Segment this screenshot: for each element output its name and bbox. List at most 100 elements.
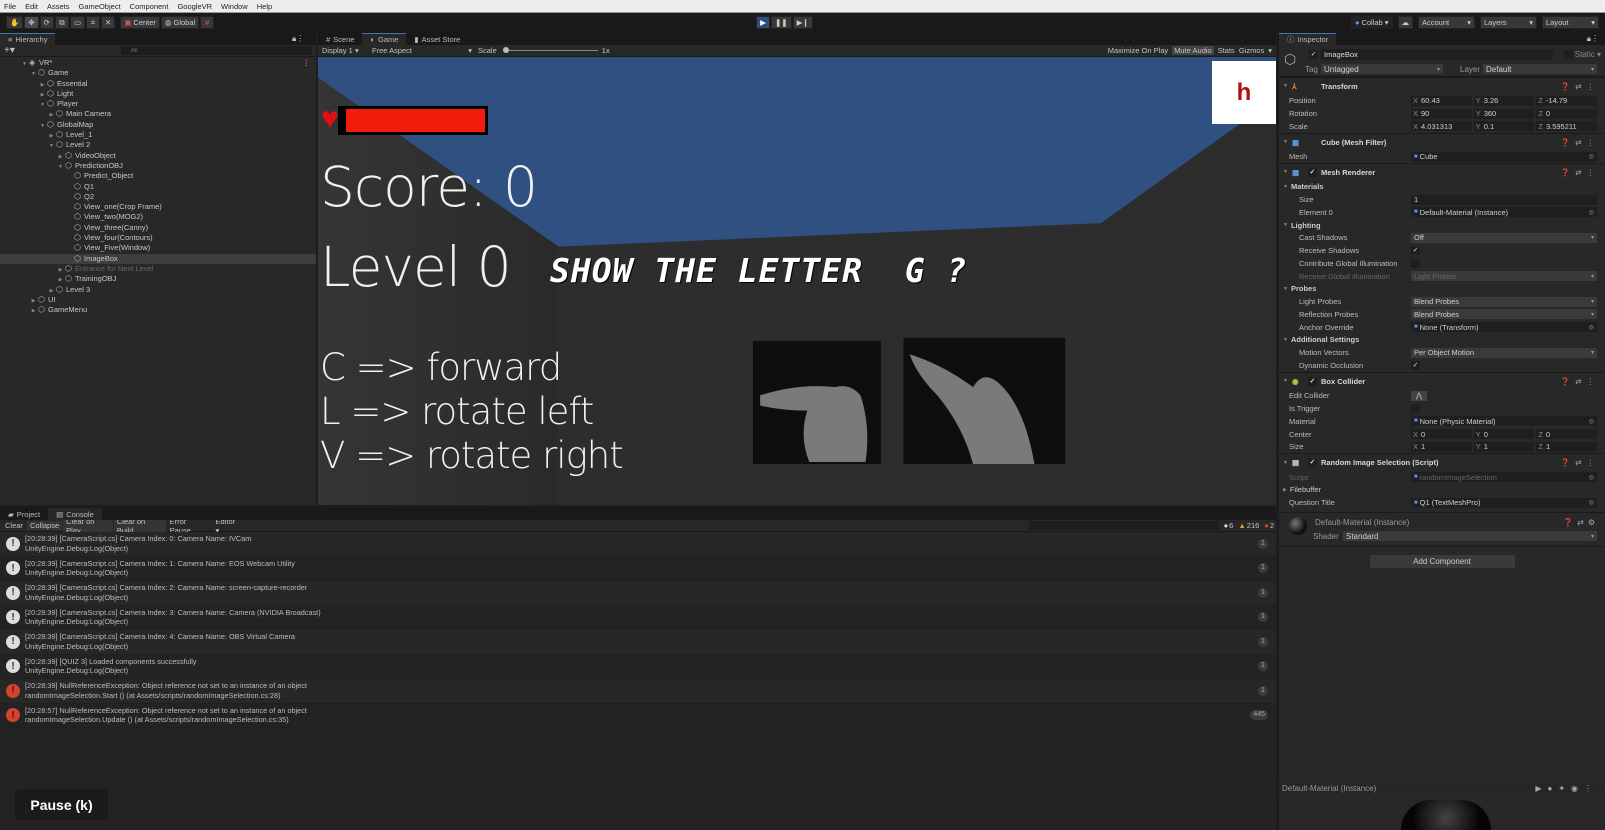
info-count-toggle[interactable]: ● 6 [1224, 521, 1234, 530]
property-dropdown[interactable]: Blend Probes ▾ [1411, 296, 1597, 307]
y-field[interactable]: Y 360 [1473, 108, 1535, 119]
hierarchy-item[interactable]: ⬡ ImageBox [0, 253, 316, 264]
hierarchy-item[interactable]: ▶ ⬡ Essential [0, 79, 316, 89]
property-dropdown[interactable]: Per Object Motion ▾ [1411, 347, 1597, 358]
object-name-input[interactable] [1321, 49, 1553, 60]
object-picker-icon[interactable]: ◎ [1589, 499, 1594, 506]
object-picker-icon[interactable]: ◎ [1589, 324, 1594, 331]
step-button[interactable]: ▶❙ [792, 16, 813, 29]
object-field[interactable]: ■ Default-Material (Instance) ◎ [1411, 207, 1597, 218]
component-header-box-collider[interactable]: ▼ ◉ ✓ Box Collider ❓⇄⋮ [1279, 371, 1605, 390]
rect-tool-icon[interactable]: ▭ [69, 16, 86, 29]
hierarchy-search-input[interactable] [120, 46, 312, 55]
rotate-tool-icon[interactable]: ⟳ [39, 16, 54, 29]
chevron-down-icon[interactable]: ▾ [1591, 273, 1594, 280]
hierarchy-item[interactable]: ▶ ⬡ Light [0, 89, 316, 99]
more-icon[interactable]: ⋮ [303, 58, 311, 68]
component-tools-icon[interactable]: ❓⇄⋮ [1561, 168, 1599, 177]
x-field[interactable]: X 4.031313 [1411, 121, 1472, 132]
hierarchy-item[interactable]: ⬡ Q1 [0, 182, 316, 192]
tab-scene[interactable]: # Scene [318, 33, 362, 45]
console-log-entry[interactable]: ! [20:28:39] [CameraScript.cs] Camera Ind… [0, 630, 1276, 655]
console-log-entry[interactable]: ! [20:28:39] NullReferenceException: Obje… [0, 679, 1276, 704]
hierarchy-item[interactable]: ▼ ◈ VR* ⋮ [0, 58, 316, 68]
snap-button[interactable]: # [200, 16, 215, 29]
collapsed-arrow-icon[interactable]: ▶ [29, 306, 38, 316]
y-field[interactable]: Y 3.26 [1473, 95, 1535, 106]
y-field[interactable]: Y0 [1473, 429, 1535, 440]
property-checkbox[interactable] [1411, 404, 1420, 414]
text-field[interactable]: 1 [1411, 194, 1597, 205]
x-field[interactable]: X 60.43 [1411, 95, 1472, 106]
transform-tool-icon[interactable]: ⌗ [86, 16, 101, 29]
tab-game[interactable]: ◐ Game [362, 33, 407, 45]
hierarchy-item[interactable]: ▼ ⬡ Level 2 [0, 140, 316, 150]
menu-googlevr[interactable]: GoogleVR [177, 2, 212, 11]
mute-audio-toggle[interactable]: Mute Audio [1172, 46, 1214, 55]
hierarchy-item[interactable]: ⬡ View_three(Canny) [0, 223, 316, 233]
foldout-materials[interactable]: ▼ Materials [1279, 181, 1605, 194]
x-field[interactable]: X 90 [1411, 108, 1472, 119]
z-field[interactable]: Z 3.595211 [1536, 121, 1598, 132]
gizmos-toggle[interactable]: Gizmos [1239, 46, 1264, 55]
chevron-down-icon[interactable]: ▾ [1591, 311, 1594, 318]
foldout-lighting[interactable]: ▼ Lighting [1279, 219, 1605, 232]
console-log-entry[interactable]: ! [20:28:39] [CameraScript.cs] Camera Ind… [0, 581, 1276, 606]
component-enabled-checkbox[interactable]: ✓ [1307, 458, 1317, 468]
hierarchy-item[interactable]: ⬡ View_four(Contours) [0, 233, 316, 243]
pause-button[interactable]: ❚❚ [771, 16, 792, 29]
scale-tool-icon[interactable]: ⧉ [54, 16, 69, 29]
foldout-arrow-icon[interactable]: ▼ [1283, 460, 1288, 466]
hierarchy-item[interactable]: ▶ ⬡ Level_1 [0, 130, 316, 140]
pivot-center-button[interactable]: ▣ Center [120, 16, 160, 29]
hierarchy-item[interactable]: ▶ ⬡ Entrance for Next Level [0, 264, 316, 274]
component-tools-icon[interactable]: ❓⇄⋮ [1561, 138, 1599, 147]
layers-dropdown[interactable]: Layers ▾ [1480, 16, 1537, 29]
hierarchy-item[interactable]: ⬡ Predict_Object [0, 171, 316, 181]
x-field[interactable]: X0 [1411, 429, 1472, 440]
preview-controls-icon[interactable]: ▶●✦◉⋮ [1535, 784, 1598, 793]
object-field[interactable]: ■ Cube ◎ [1411, 151, 1597, 162]
hierarchy-item[interactable]: ▶ ⬡ VideoObject [0, 151, 316, 161]
tag-dropdown[interactable]: Untagged ▾ [1321, 64, 1443, 74]
menu-assets[interactable]: Assets [47, 2, 70, 11]
object-field[interactable]: ■ Q1 (TextMeshPro) ◎ [1411, 497, 1597, 508]
y-field[interactable]: Y 0.1 [1473, 121, 1535, 132]
hierarchy-item[interactable]: ▼ ⬡ Player [0, 99, 316, 109]
object-picker-icon[interactable]: ◎ [1589, 474, 1594, 481]
object-field[interactable]: ■ None (Physic Material) ◎ [1411, 416, 1597, 427]
hierarchy-item[interactable]: ▼ ⬡ PredictionOBJ [0, 161, 316, 171]
console-log-entry[interactable]: ! [20:28:39] [CameraScript.cs] Camera Ind… [0, 532, 1276, 557]
property-dropdown[interactable]: Blend Probes ▾ [1411, 309, 1597, 320]
chevron-down-icon[interactable]: ▾ [1591, 234, 1594, 241]
console-clear-button[interactable]: Clear [2, 521, 26, 530]
object-field[interactable]: ■ randomImageSelection ◎ [1411, 472, 1597, 483]
object-field[interactable]: ■ None (Transform) ◎ [1411, 322, 1597, 333]
object-picker-icon[interactable]: ◎ [1589, 153, 1594, 160]
hierarchy-item[interactable]: ▼ ⬡ GlobalMap [0, 120, 316, 130]
tab-console[interactable]: ▤ Console [48, 508, 102, 520]
account-dropdown[interactable]: Account ▾ [1418, 16, 1475, 29]
cloud-button[interactable]: ☁ [1397, 16, 1413, 29]
maximize-on-play-toggle[interactable]: Maximize On Play [1108, 46, 1168, 55]
tab-project[interactable]: ▰ Project [0, 508, 48, 520]
hierarchy-item[interactable]: ⬡ Q2 [0, 192, 316, 202]
aspect-dropdown[interactable]: Free Aspect ▾ [372, 46, 472, 55]
property-checkbox[interactable]: ✓ [1411, 246, 1420, 256]
active-checkbox[interactable]: ✓ [1309, 50, 1318, 59]
component-tools-icon[interactable]: ❓⇄⋮ [1561, 377, 1599, 386]
component-enabled-checkbox[interactable]: ✓ [1307, 376, 1317, 386]
foldout-arrow-icon[interactable]: ▼ [1283, 169, 1288, 175]
console-log-entry[interactable]: ! [20:28:39] [QUIZ 3] Loaded components s… [0, 655, 1276, 679]
hierarchy-item[interactable]: ▶ ⬡ GameMenu [0, 305, 316, 315]
z-field[interactable]: Z -14.79 [1536, 95, 1598, 106]
hierarchy-item[interactable]: ▶ ⬡ Level 3 [0, 285, 316, 295]
hierarchy-item[interactable]: ▼ ⬡ Game [0, 68, 316, 78]
lock-icon[interactable]: 🔒︎⋮ [1587, 34, 1599, 44]
z-field[interactable]: Z0 [1536, 429, 1598, 440]
hand-tool-icon[interactable]: ✋ [6, 16, 24, 29]
hierarchy-item[interactable]: ▶ ⬡ UI [0, 295, 316, 305]
layer-dropdown[interactable]: Default ▾ [1483, 64, 1597, 74]
property-checkbox[interactable]: ✓ [1411, 360, 1420, 370]
game-view[interactable]: ♥ h Score: 0 Level 0 SHOW THE LETTER G ?… [318, 57, 1276, 505]
